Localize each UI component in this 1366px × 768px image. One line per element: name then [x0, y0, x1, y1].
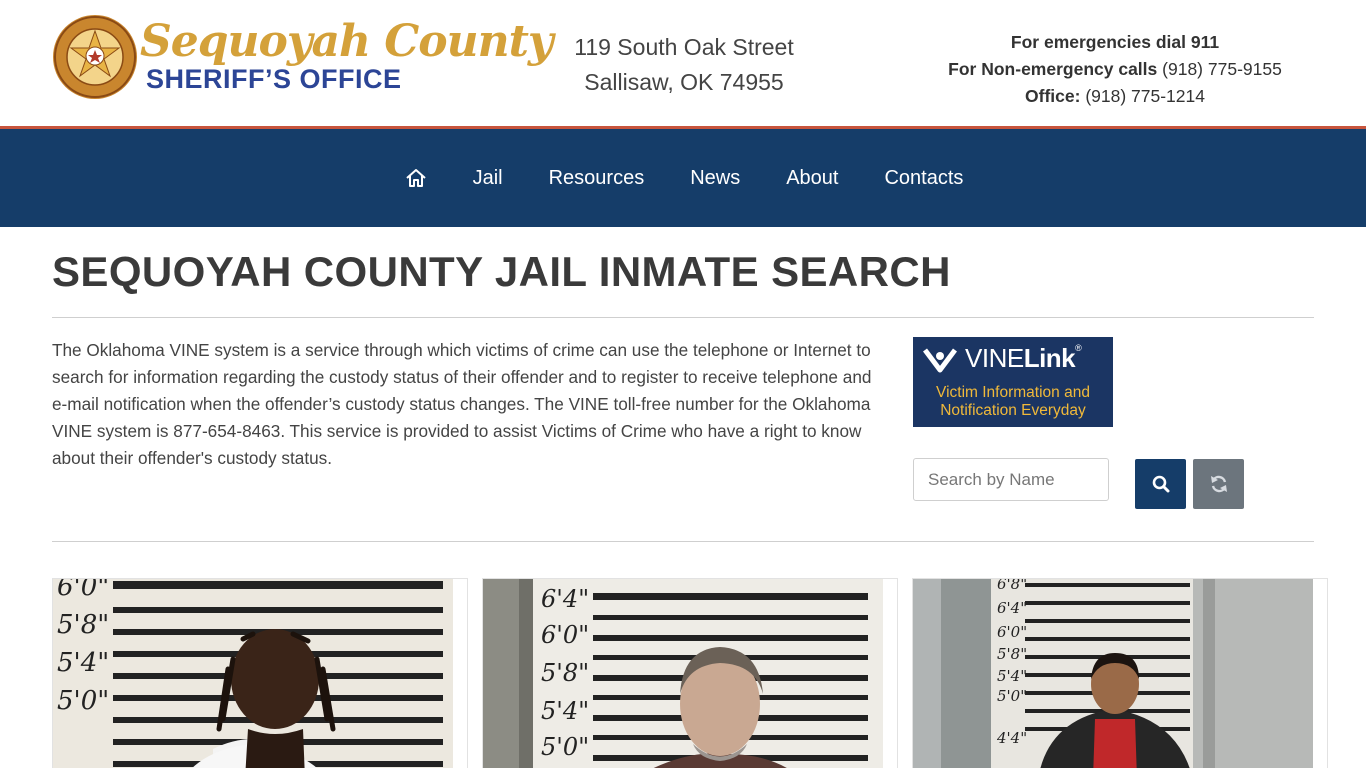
nav-item-jail[interactable]: Jail: [450, 167, 526, 190]
height-mark: 5'0": [541, 733, 589, 761]
vine-brand-a: VINE: [965, 343, 1024, 373]
vine-reg-mark: ®: [1075, 343, 1082, 353]
height-mark: 6'0": [997, 623, 1027, 641]
nonemergency-label: For Non-emergency calls: [948, 59, 1158, 79]
logo-script-text: Sequoyah County: [140, 16, 553, 67]
site-header: Sequoyah County SHERIFF’S OFFICE 119 Sou…: [0, 0, 1366, 126]
nav-item-resources[interactable]: Resources: [526, 167, 668, 190]
height-mark: 6'4": [997, 599, 1027, 617]
nav-home[interactable]: [382, 168, 450, 188]
office-number[interactable]: (918) 775-1214: [1085, 86, 1205, 106]
nav-item-about[interactable]: About: [763, 167, 861, 190]
divider: [52, 317, 1314, 318]
nav-item-contacts[interactable]: Contacts: [861, 167, 986, 190]
vine-tagline-2: Notification Everyday: [940, 402, 1086, 419]
height-mark: 5'0": [997, 687, 1027, 705]
address-line-1: 119 South Oak Street: [574, 34, 794, 60]
inmate-card[interactable]: 6'0" 5'8" 5'4" 5'0": [52, 578, 468, 768]
height-mark: 5'8": [541, 659, 589, 687]
vine-tagline: Victim Information and Notification Ever…: [913, 384, 1113, 420]
home-icon: [405, 169, 426, 187]
inmate-card[interactable]: 6'4" 6'0" 5'8" 5'4" 5'0": [482, 578, 898, 768]
inmate-mugshot-photo: 6'8" 6'4" 6'0" 5'8" 5'4" 5'0" 4'4": [913, 579, 1313, 768]
height-mark: 5'4": [541, 697, 589, 725]
vine-intro-text: The Oklahoma VINE system is a service th…: [52, 340, 872, 468]
height-mark: 6'0": [57, 579, 109, 602]
height-mark: 5'0": [57, 686, 109, 716]
search-by-name-input[interactable]: [913, 458, 1109, 501]
vine-mark-icon: [923, 348, 957, 373]
inmate-mugshot-photo: 6'0" 5'8" 5'4" 5'0": [53, 579, 453, 768]
inmate-mugshot-photo: 6'4" 6'0" 5'8" 5'4" 5'0": [483, 579, 883, 768]
vine-brand-b: Link: [1023, 343, 1076, 373]
inmate-card[interactable]: 6'8" 6'4" 6'0" 5'8" 5'4" 5'0" 4'4": [912, 578, 1328, 768]
height-mark: 6'8": [997, 579, 1027, 593]
divider: [52, 541, 1314, 542]
height-mark: 5'8": [57, 610, 109, 640]
contact-info: For emergencies dial 911 For Non-emergen…: [912, 29, 1318, 110]
page-title: SEQUOYAH COUNTY JAIL INMATE SEARCH: [52, 248, 951, 295]
nonemergency-number[interactable]: (918) 775-9155: [1162, 59, 1282, 79]
vinelink-banner[interactable]: VINELink® Victim Information and Notific…: [913, 337, 1113, 427]
main-nav: Jail Resources News About Contacts: [0, 129, 1366, 227]
search-button[interactable]: [1135, 459, 1186, 509]
reset-search-button[interactable]: [1193, 459, 1244, 509]
emergency-text: For emergencies dial 911: [1010, 32, 1220, 52]
height-mark: 5'8": [997, 645, 1027, 663]
height-mark: 5'4": [57, 648, 109, 678]
height-mark: 4'4": [996, 729, 1027, 747]
nav-item-news[interactable]: News: [667, 167, 763, 190]
site-logo[interactable]: Sequoyah County SHERIFF’S OFFICE: [52, 14, 553, 104]
office-label: Office:: [1025, 86, 1081, 106]
search-icon: [1152, 475, 1169, 493]
vine-tagline-1: Victim Information and: [936, 384, 1090, 401]
address-line-2: Sallisaw, OK 74955: [584, 69, 784, 95]
sheriff-seal-icon: [53, 15, 137, 99]
vinelink-logo: VINELink®: [965, 343, 1082, 374]
logo-office-text: SHERIFF’S OFFICE: [146, 64, 402, 94]
height-mark: 6'0": [541, 621, 589, 649]
refresh-icon: [1210, 475, 1227, 493]
height-mark: 6'4": [541, 585, 589, 613]
office-address: 119 South Oak Street Sallisaw, OK 74955: [534, 30, 834, 100]
height-mark: 5'4": [997, 667, 1027, 685]
